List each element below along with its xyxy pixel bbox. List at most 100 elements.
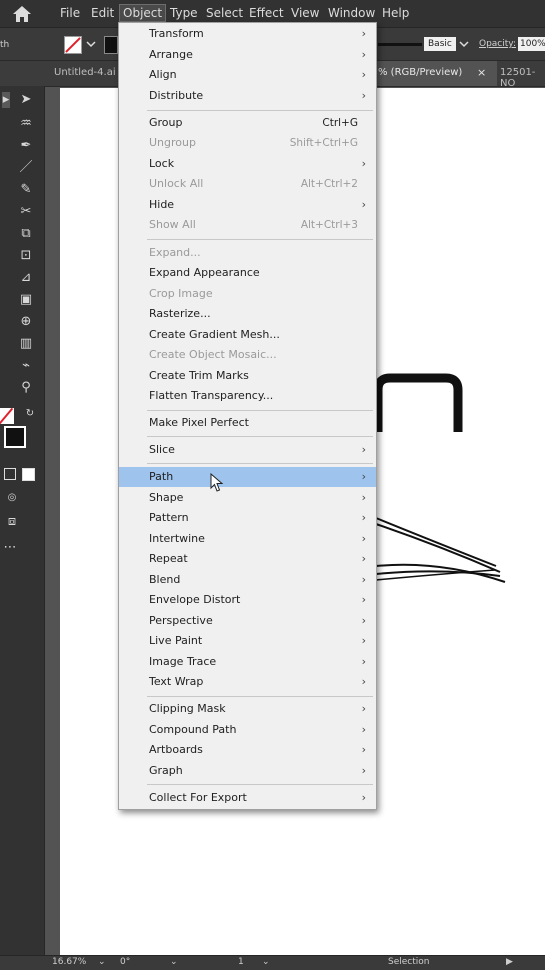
pen-tool-icon[interactable]: ✒	[18, 138, 34, 154]
fill-swatch[interactable]	[104, 36, 118, 54]
menu-item-compound-path[interactable]: Compound Path ›	[119, 720, 376, 740]
gradient-tool-icon[interactable]: ▣	[18, 292, 34, 308]
submenu-arrow-icon: ›	[361, 655, 366, 668]
rotation-value[interactable]: 0°	[120, 957, 130, 967]
tab-untitled-4[interactable]: Untitled-4.ai	[54, 67, 116, 78]
current-tool-name: Selection	[388, 957, 430, 967]
menu-item-clipping-mask[interactable]: Clipping Mask ›	[119, 699, 376, 719]
menu-item-group[interactable]: Group Ctrl+G	[119, 113, 376, 133]
menu-item-pattern[interactable]: Pattern ›	[119, 508, 376, 528]
menu-item-blend[interactable]: Blend ›	[119, 570, 376, 590]
menu-separator	[147, 696, 373, 697]
zoom-level[interactable]: 16.67%	[52, 957, 86, 967]
mouse-cursor-icon	[210, 473, 224, 492]
menu-item-unlock-all[interactable]: Unlock All Alt+Ctrl+2	[119, 174, 376, 194]
menu-view[interactable]: View	[288, 6, 322, 20]
submenu-arrow-icon: ›	[361, 723, 366, 736]
chevron-down-icon[interactable]	[86, 40, 96, 48]
menu-item-rasterize[interactable]: Rasterize...	[119, 304, 376, 324]
menu-item-distribute[interactable]: Distribute ›	[119, 86, 376, 106]
menu-item-image-trace[interactable]: Image Trace ›	[119, 652, 376, 672]
line-tool-icon[interactable]: ／	[18, 160, 34, 176]
menu-item-perspective[interactable]: Perspective ›	[119, 611, 376, 631]
menu-object[interactable]: Object	[119, 4, 167, 22]
menu-item-transform[interactable]: Transform ›	[119, 24, 376, 44]
scissors-tool-icon[interactable]: ✂	[18, 204, 34, 220]
chevron-down-icon[interactable]	[459, 40, 469, 48]
tab-close-icon[interactable]: ×	[477, 66, 486, 79]
menu-effect[interactable]: Effect	[246, 6, 287, 20]
submenu-arrow-icon: ›	[361, 443, 366, 456]
more-tools-icon[interactable]: ⋯	[2, 540, 18, 556]
submenu-arrow-icon: ›	[361, 764, 366, 777]
menu-item-expand-appearance[interactable]: Expand Appearance	[119, 263, 376, 283]
menu-item-crop-image[interactable]: Crop Image	[119, 284, 376, 304]
menu-select[interactable]: Select	[203, 6, 246, 20]
paintbrush-tool-icon[interactable]: ✎	[18, 182, 34, 198]
menu-separator	[147, 463, 373, 464]
menu-edit[interactable]: Edit	[88, 6, 117, 20]
menu-item-create-object-mosaic[interactable]: Create Object Mosaic...	[119, 345, 376, 365]
style-dropdown[interactable]: Basic	[424, 37, 456, 51]
perspective-grid-tool-icon[interactable]: ⊿	[18, 270, 34, 286]
menu-help[interactable]: Help	[379, 6, 412, 20]
menu-item-arrange[interactable]: Arrange ›	[119, 45, 376, 65]
play-icon[interactable]: ▶	[506, 957, 513, 967]
menu-item-align[interactable]: Align ›	[119, 65, 376, 85]
eyedropper-tool-icon[interactable]: ⌁	[18, 358, 34, 374]
graph-tool-icon[interactable]: ▥	[18, 336, 34, 352]
menu-item-create-gradient-mesh[interactable]: Create Gradient Mesh...	[119, 325, 376, 345]
menu-item-show-all[interactable]: Show All Alt+Ctrl+3	[119, 215, 376, 235]
screen-mode-icon[interactable]: ⧈	[4, 514, 20, 530]
menu-type[interactable]: Type	[167, 6, 201, 20]
artboard-number[interactable]: 1	[238, 957, 244, 967]
menu-item-shape[interactable]: Shape ›	[119, 488, 376, 508]
opacity-label[interactable]: Opacity:	[479, 39, 516, 49]
submenu-arrow-icon: ›	[361, 157, 366, 170]
menu-item-repeat[interactable]: Repeat ›	[119, 549, 376, 569]
menu-item-collect-for-export[interactable]: Collect For Export ›	[119, 788, 376, 808]
free-transform-tool-icon[interactable]: ⊡	[18, 248, 34, 264]
canvas-artwork[interactable]	[370, 370, 545, 600]
menu-item-make-pixel-perfect[interactable]: Make Pixel Perfect	[119, 413, 376, 433]
tab-12501[interactable]: 12501-NO	[500, 67, 545, 89]
menu-item-graph[interactable]: Graph ›	[119, 761, 376, 781]
submenu-arrow-icon: ›	[361, 702, 366, 715]
stroke-color-swatch[interactable]	[4, 426, 26, 448]
menu-item-expand[interactable]: Expand...	[119, 243, 376, 263]
menu-item-live-paint[interactable]: Live Paint ›	[119, 631, 376, 651]
menu-item-path[interactable]: Path ›	[119, 467, 376, 487]
direct-selection-tool-icon[interactable]: ▸	[2, 92, 10, 108]
scale-tool-icon[interactable]: ⧉	[18, 226, 34, 242]
menu-item-lock[interactable]: Lock ›	[119, 154, 376, 174]
chevron-down-icon[interactable]: ⌄	[98, 957, 106, 967]
draw-mode-icon[interactable]: ◎	[4, 490, 20, 506]
submenu-arrow-icon: ›	[361, 89, 366, 102]
menu-separator	[147, 410, 373, 411]
color-mode-icon[interactable]	[4, 468, 16, 480]
menu-item-ungroup[interactable]: Ungroup Shift+Ctrl+G	[119, 133, 376, 153]
menu-item-slice[interactable]: Slice ›	[119, 440, 376, 460]
swap-colors-icon[interactable]: ↻	[22, 406, 38, 422]
menu-file[interactable]: File	[57, 6, 83, 20]
home-icon[interactable]	[12, 5, 32, 23]
menu-window[interactable]: Window	[325, 6, 378, 20]
chevron-down-icon[interactable]: ⌄	[262, 957, 270, 967]
opacity-input[interactable]: 100%	[518, 37, 545, 51]
none-mode-icon[interactable]	[22, 468, 35, 481]
chevron-down-icon[interactable]: ⌄	[170, 957, 178, 967]
tab-current-doc[interactable]: % (RGB/Preview)	[378, 67, 462, 78]
shape-builder-tool-icon[interactable]: ⊕	[18, 314, 34, 330]
menu-item-text-wrap[interactable]: Text Wrap ›	[119, 672, 376, 692]
menu-item-hide[interactable]: Hide ›	[119, 195, 376, 215]
menu-item-envelope-distort[interactable]: Envelope Distort ›	[119, 590, 376, 610]
menu-item-artboards[interactable]: Artboards ›	[119, 740, 376, 760]
zoom-tool-icon[interactable]: ⚲	[18, 380, 34, 396]
menu-item-flatten-transparency[interactable]: Flatten Transparency...	[119, 386, 376, 406]
menu-item-intertwine[interactable]: Intertwine ›	[119, 529, 376, 549]
stroke-none-swatch[interactable]	[64, 36, 82, 54]
lasso-tool-icon[interactable]: ♒	[18, 116, 34, 132]
selection-tool-icon[interactable]: ➤	[18, 92, 34, 108]
menu-item-create-trim-marks[interactable]: Create Trim Marks	[119, 366, 376, 386]
submenu-arrow-icon: ›	[361, 511, 366, 524]
